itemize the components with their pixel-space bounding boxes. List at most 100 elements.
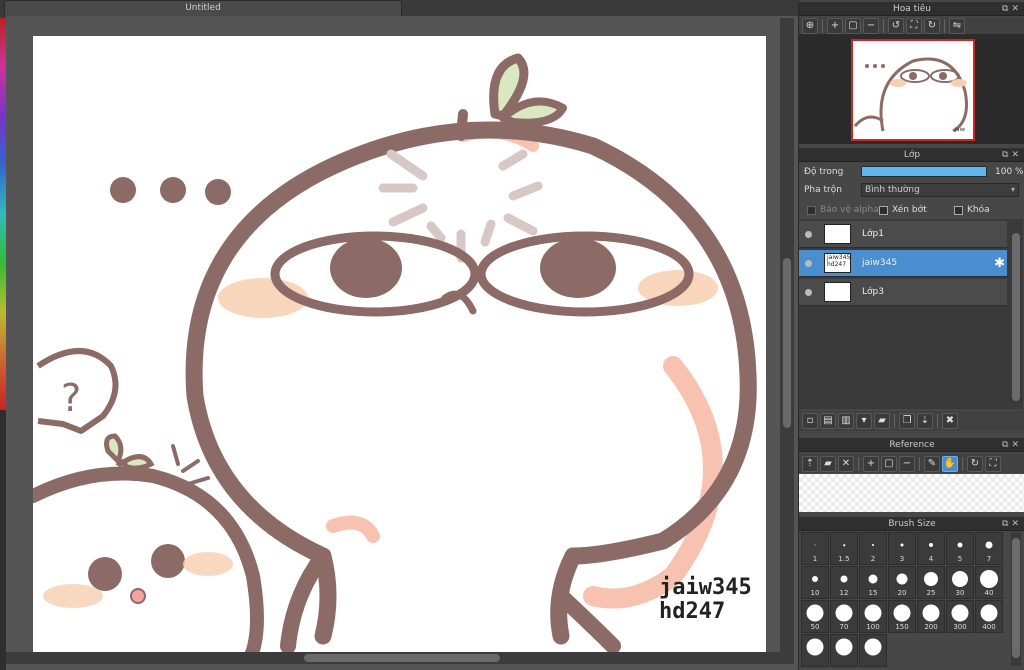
brush-size-cell[interactable]: 150 bbox=[888, 600, 916, 633]
brush-dot-icon bbox=[980, 570, 998, 589]
new-halftone-layer-icon[interactable]: ▤ bbox=[820, 413, 836, 429]
eyedropper-icon[interactable]: ✎ bbox=[924, 455, 940, 472]
brush-size-cell[interactable]: 200 bbox=[917, 600, 945, 633]
actual-size-icon[interactable]: ▢ bbox=[881, 455, 897, 472]
close-icon[interactable]: ✕ bbox=[838, 455, 854, 472]
brush-size-cell[interactable]: 12 bbox=[830, 566, 858, 599]
brush-size-cell[interactable]: 70 bbox=[830, 600, 858, 633]
zoom-in-icon[interactable]: + bbox=[863, 455, 879, 472]
layer-scroll-thumb[interactable] bbox=[1012, 233, 1020, 401]
navigator-view[interactable]: jaiw bbox=[799, 34, 1024, 144]
fit-window-icon[interactable]: ⛶ bbox=[985, 455, 1001, 472]
trash-icon[interactable]: ✖ bbox=[942, 413, 958, 429]
panel-controls[interactable]: ⧉✕ bbox=[1002, 148, 1022, 162]
zoom-in-icon[interactable]: + bbox=[827, 17, 843, 34]
brush-size-label: 400 bbox=[982, 623, 996, 631]
watermark-line2: hd247 bbox=[659, 599, 726, 624]
rotate-icon[interactable]: ↻ bbox=[967, 455, 983, 472]
brush-size-cell[interactable]: 100 bbox=[859, 600, 887, 633]
brush-size-cell[interactable]: 50 bbox=[801, 600, 829, 633]
panel-controls[interactable]: ⧉✕ bbox=[1002, 2, 1022, 16]
brush-size-cell[interactable]: 1.5 bbox=[830, 532, 858, 565]
brush-size-cell[interactable]: 1 bbox=[801, 532, 829, 565]
actual-size-icon[interactable]: ▢ bbox=[845, 17, 861, 34]
visibility-icon[interactable] bbox=[805, 230, 812, 238]
visibility-icon[interactable] bbox=[805, 288, 812, 296]
fit-window-icon[interactable]: ⛶ bbox=[906, 17, 922, 34]
document-tab[interactable]: Untitled bbox=[4, 0, 402, 16]
brush-size-cell[interactable]: 15 bbox=[859, 566, 887, 599]
visibility-icon[interactable] bbox=[805, 259, 812, 267]
brush-dot-icon bbox=[872, 544, 874, 547]
add-layer-menu-icon[interactable]: ▾ bbox=[856, 413, 872, 429]
rotate-right-icon[interactable]: ↻ bbox=[924, 17, 940, 34]
vertical-scroll-thumb[interactable] bbox=[783, 258, 791, 428]
layer-row[interactable]: Lớp1 bbox=[799, 221, 1007, 248]
brush-size-cell[interactable]: 30 bbox=[946, 566, 974, 599]
brush-size-cell[interactable]: 4 bbox=[917, 532, 945, 565]
layer-name: Lớp1 bbox=[862, 229, 884, 239]
blend-mode-select[interactable]: Bình thường ▾ bbox=[861, 183, 1019, 197]
canvas-horizontal-scrollbar[interactable] bbox=[6, 652, 794, 664]
layer-title: Lớp bbox=[903, 150, 921, 160]
layer-row-selected[interactable]: jaiw345 hd247 jaiw345 ✱ bbox=[799, 250, 1007, 277]
zoom-fit-icon[interactable]: ⊕ bbox=[802, 17, 818, 34]
brush-dot-icon bbox=[980, 604, 998, 622]
brush-size-label: 15 bbox=[868, 589, 878, 597]
brush-size-cell[interactable]: 40 bbox=[975, 566, 1003, 599]
upload-icon[interactable]: ⇡ bbox=[802, 455, 818, 472]
brush-size-label: 1 bbox=[812, 555, 818, 563]
brush-size-cell[interactable]: 25 bbox=[917, 566, 945, 599]
panel-controls[interactable]: ⧉✕ bbox=[1002, 438, 1022, 452]
gear-icon[interactable]: ✱ bbox=[994, 256, 1005, 271]
brush-size-cell[interactable] bbox=[801, 634, 829, 667]
panel-controls[interactable]: ⧉✕ bbox=[1002, 517, 1022, 531]
layer-name: jaiw345 bbox=[862, 258, 898, 268]
drawing-canvas[interactable]: ? jaiw345 hd247 bbox=[33, 36, 766, 662]
brush-size-cell[interactable]: 400 bbox=[975, 600, 1003, 633]
canvas-vertical-scrollbar[interactable] bbox=[780, 18, 794, 652]
svg-text:?: ? bbox=[61, 376, 81, 420]
duplicate-layer-icon[interactable]: ❐ bbox=[899, 413, 915, 429]
brush-size-cell[interactable]: 3 bbox=[888, 532, 916, 565]
clipping-checkbox[interactable]: Xén bớt bbox=[879, 205, 927, 215]
brush-size-cell[interactable]: 20 bbox=[888, 566, 916, 599]
brush-size-scrollbar[interactable] bbox=[1011, 532, 1021, 666]
svg-text:jaiw: jaiw bbox=[954, 127, 965, 133]
opacity-slider[interactable] bbox=[861, 166, 987, 177]
zoom-out-icon[interactable]: − bbox=[863, 17, 879, 34]
hand-icon[interactable]: ✋ bbox=[942, 455, 958, 472]
brush-dot-icon bbox=[900, 543, 904, 547]
brush-size-cell[interactable]: 2 bbox=[859, 532, 887, 565]
folder-icon[interactable]: ▰ bbox=[874, 413, 890, 429]
brush-size-cell[interactable] bbox=[830, 634, 858, 667]
brush-size-cell[interactable] bbox=[859, 634, 887, 667]
horizontal-scroll-thumb[interactable] bbox=[304, 654, 500, 662]
rotate-left-icon[interactable]: ↺ bbox=[888, 17, 904, 34]
reference-view[interactable] bbox=[799, 474, 1024, 512]
brush-size-cell[interactable]: 7 bbox=[975, 532, 1003, 565]
artwork: ? bbox=[33, 53, 757, 662]
brush-dot-icon bbox=[806, 638, 824, 656]
protect-alpha-checkbox[interactable]: Bảo vệ alpha bbox=[807, 205, 879, 215]
layer-list: Lớp1 jaiw345 hd247 jaiw345 ✱ Lớp3 bbox=[799, 219, 1009, 409]
brush-size-cell[interactable]: 5 bbox=[946, 532, 974, 565]
new-layer-icon[interactable]: ▫ bbox=[802, 413, 818, 429]
brush-scroll-thumb[interactable] bbox=[1012, 538, 1020, 658]
brush-size-cell[interactable]: 300 bbox=[946, 600, 974, 633]
flip-icon[interactable]: ⇋ bbox=[949, 17, 965, 34]
navigator-thumbnail[interactable]: jaiw bbox=[851, 39, 975, 141]
brush-size-label: 150 bbox=[895, 623, 909, 631]
lock-checkbox[interactable]: Khóa bbox=[954, 205, 990, 215]
zoom-out-icon[interactable]: − bbox=[899, 455, 915, 472]
layer-list-scrollbar[interactable] bbox=[1009, 219, 1023, 409]
brush-size-cell[interactable]: 10 bbox=[801, 566, 829, 599]
new-vector-layer-icon[interactable]: ▥ bbox=[838, 413, 854, 429]
document-area[interactable]: ? jaiw345 hd247 bbox=[6, 16, 798, 670]
brush-dot-icon bbox=[868, 574, 878, 584]
merge-layer-icon[interactable]: ⇣ bbox=[917, 413, 933, 429]
layer-row[interactable]: Lớp3 bbox=[799, 279, 1007, 306]
toolbar-separator bbox=[822, 18, 823, 33]
layer-name: Lớp3 bbox=[862, 287, 884, 297]
open-folder-icon[interactable]: ▰ bbox=[820, 455, 836, 472]
